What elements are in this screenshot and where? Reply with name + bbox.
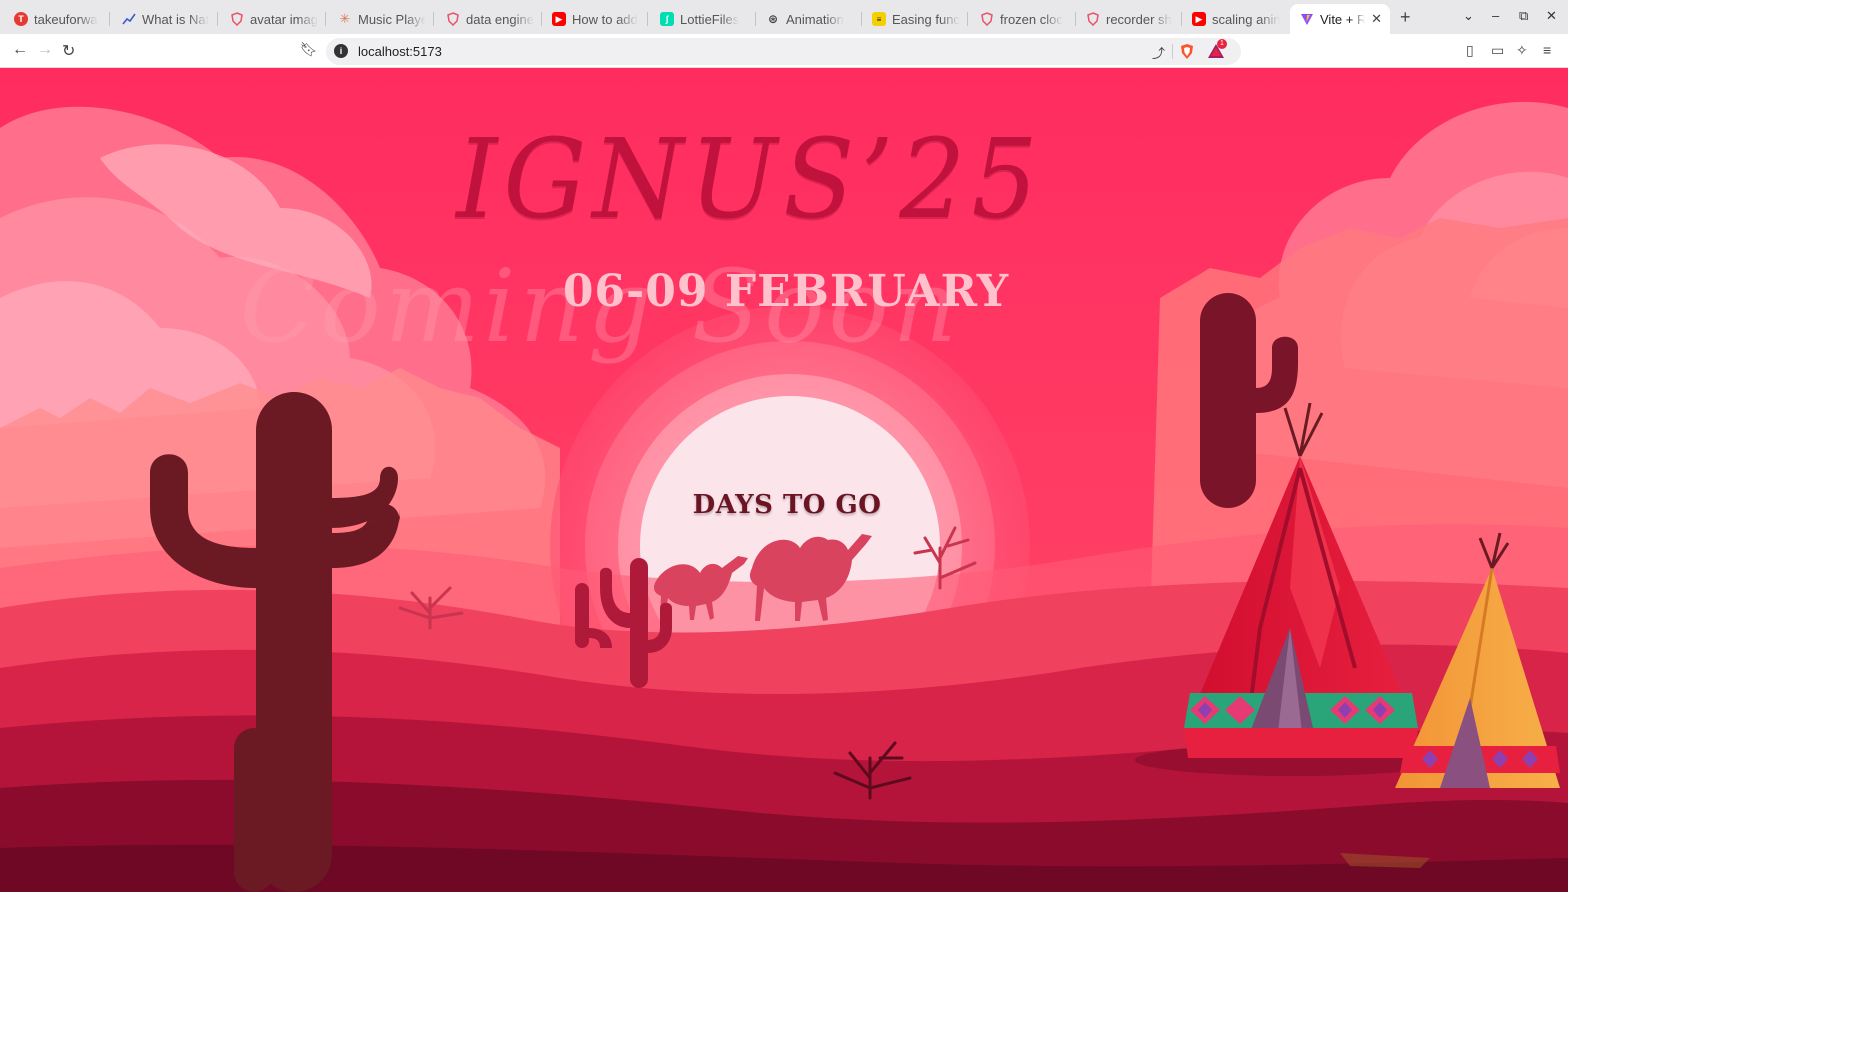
minimize-button[interactable]: – [1492,8,1499,23]
close-window-button[interactable]: ✕ [1546,8,1557,24]
lottie-icon: ʃ [660,12,674,26]
page-viewport: Coming Soon IGNUS’25 06-09 FEBRUARY DAYS… [0,68,1568,892]
vite-icon [1300,12,1314,26]
tab-label: avatar imag [250,11,318,27]
address-bar[interactable]: i localhost:5173 ⤴ 1 [326,38,1241,65]
tuf-icon: T [14,12,28,26]
restore-button[interactable]: ⧉ [1519,8,1528,24]
brave-shield-icon [1086,12,1100,26]
tab-9[interactable]: ≡ Easing func [862,6,968,32]
wallet-icon[interactable]: ▭ [1491,42,1504,59]
brave-shield-icon [230,12,244,26]
event-dates: 06-09 FEBRUARY [562,266,1010,317]
tab-6[interactable]: ▶ How to add [542,6,648,32]
brave-shield-icon [980,12,994,26]
tab-1[interactable]: T takeuforwa [4,6,110,32]
tab-label: Vite + R [1320,11,1366,27]
tab-4[interactable]: ✳ Music Playe [328,6,434,32]
tab-2[interactable]: What is Nat [112,6,218,32]
forward-arrow-icon[interactable]: → [37,41,53,59]
tab-8[interactable]: ⊛ Animation [756,6,862,32]
event-title: IGNUS’25 [456,114,1044,244]
leo-ai-icon[interactable]: ✧ [1516,42,1528,59]
tab-label: LottieFiles [680,11,740,27]
brave-shield-icon [446,12,460,26]
tab-list-chevron-icon[interactable]: ⌄ [1463,8,1474,24]
tab-label: scaling anin [1212,11,1280,27]
rewards-badge: 1 [1217,39,1227,49]
tab-10[interactable]: frozen cloc [970,6,1076,32]
back-arrow-icon[interactable]: ← [12,41,28,59]
chart-icon [122,12,136,26]
youtube-icon: ▶ [552,12,566,26]
brave-shields-icon[interactable] [1179,43,1195,60]
share-icon[interactable]: ⤴ [1152,43,1165,62]
tab-label: How to add [572,11,638,27]
countdown-label: DAYS TO GO [692,490,882,520]
bookmark-icon[interactable]: 🔖︎ [300,41,318,58]
tab-label: recorder sh [1106,11,1172,27]
site-info-icon[interactable]: i [334,44,348,58]
new-tab-button[interactable]: + [1400,7,1411,28]
tab-label: data engine [466,11,534,27]
claude-icon: ✳ [339,11,351,26]
tab-label: frozen cloc [1000,11,1063,27]
youtube-icon: ▶ [1192,12,1206,26]
easing-icon: ≡ [872,12,886,26]
tab-5[interactable]: data engine [436,6,542,32]
tab-13-active[interactable]: Vite + R ✕ [1290,4,1390,34]
tab-label: Music Playe [358,11,426,27]
sidebar-toggle-icon[interactable]: ▯ [1466,42,1474,59]
tab-12[interactable]: ▶ scaling anin [1182,6,1288,32]
reload-icon[interactable]: ↻ [62,41,75,61]
menu-icon[interactable]: ≡ [1543,42,1551,58]
tab-label: Animation [786,11,844,27]
openai-icon: ⊛ [767,12,779,26]
url-text[interactable]: localhost:5173 [358,44,442,59]
address-toolbar: ← → ↻ 🔖︎ i localhost:5173 ⤴ 1 ▯ ▭ ✧ ≡ [0,34,1568,68]
tab-11[interactable]: recorder sh [1076,6,1182,32]
close-icon[interactable]: ✕ [1371,11,1382,27]
tab-3[interactable]: avatar imag [220,6,326,32]
tab-label: Easing func [892,11,960,27]
tab-strip: T takeuforwa What is Nat avatar imag ✳ M… [0,0,1568,34]
tab-label: takeuforwa [34,11,98,27]
tab-label: What is Nat [142,11,210,27]
tab-7[interactable]: ʃ LottieFiles [650,6,756,32]
